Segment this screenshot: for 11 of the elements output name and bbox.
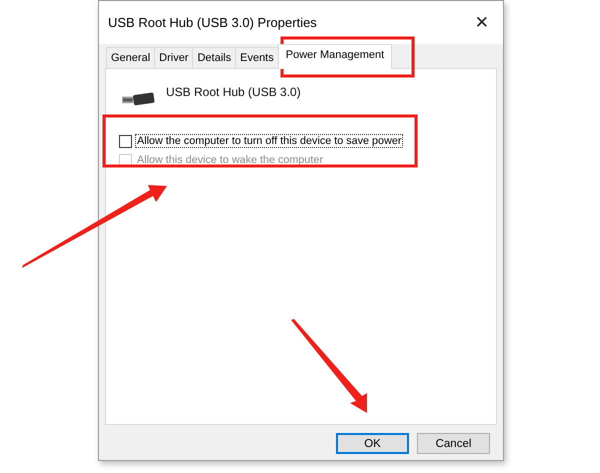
checkbox-label: Allow this device to wake the computer [136, 153, 324, 167]
tab[interactable]: Power Management [278, 44, 392, 69]
checkbox[interactable] [119, 134, 132, 148]
window-title: USB Root Hub (USB 3.0) Properties [108, 15, 317, 30]
close-button[interactable]: ✕ [470, 12, 493, 32]
tab[interactable]: General [106, 47, 156, 68]
dialog-button[interactable]: OK [336, 433, 409, 454]
device-name: USB Root Hub (USB 3.0) [166, 84, 301, 98]
usb-plug-icon [122, 91, 156, 106]
dialog-button[interactable]: Cancel [417, 433, 490, 454]
checkbox-label: Allow the computer to turn off this device to save power [135, 134, 404, 148]
